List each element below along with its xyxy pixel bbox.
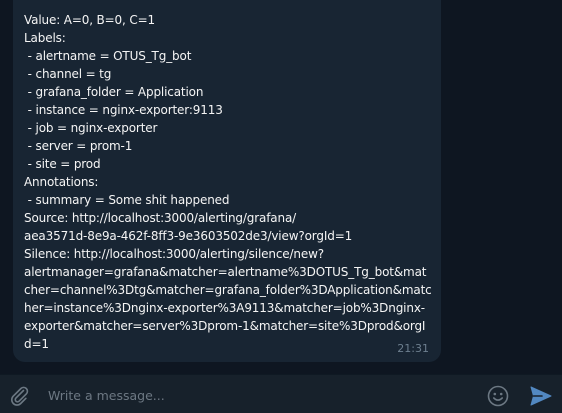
message-timestamp: 21:31 [397,342,429,355]
attach-button[interactable] [8,384,30,406]
incoming-message-bubble[interactable]: Value: A=0, B=0, C=1 Labels: - alertname … [13,0,441,362]
message-line: Annotations: [24,175,99,189]
message-line: - grafana_folder = Application [24,85,204,99]
message-line: Labels: [24,31,66,45]
chat-history: Value: A=0, B=0, C=1 Labels: - alertname … [0,0,562,374]
message-line: - instance = nginx-exporter:9113 [24,103,223,117]
send-arrow-icon [530,386,552,406]
message-line: Value: A=0, B=0, C=1 [24,13,155,27]
paperclip-icon [10,386,29,406]
message-line: aea3571d-8e9a-462f-8ff3-9e3603502de3/vie… [24,229,353,243]
message-line: cher=channel%3Dtg&matcher=grafana_folder… [24,283,432,297]
message-line: Silence: http://localhost:3000/alerting/… [24,247,324,261]
message-line: alertmanager=grafana&matcher=alertname%3… [24,265,427,279]
message-line: d=1 [24,337,49,351]
message-line: - job = nginx-exporter [24,121,158,135]
message-line: Source: http://localhost:3000/alerting/g… [24,211,297,225]
smiley-icon [487,385,509,407]
message-line: - summary = Some shit happened [24,193,230,207]
message-input[interactable] [48,383,468,407]
message-line: - channel = tg [24,67,112,81]
message-line: exporter&matcher=server%3Dprom-1&matcher… [24,319,426,333]
message-line: - server = prom-1 [24,139,133,153]
message-line: - alertname = OTUS_Tg_bot [24,49,192,63]
message-line: - site = prod [24,157,101,171]
send-button[interactable] [529,385,553,407]
message-line: her=instance%3Dnginx-exporter%3A9113&mat… [24,301,425,315]
emoji-button[interactable] [486,384,510,408]
message-composer [0,374,562,413]
message-text: Value: A=0, B=0, C=1 Labels: - alertname … [24,11,432,353]
